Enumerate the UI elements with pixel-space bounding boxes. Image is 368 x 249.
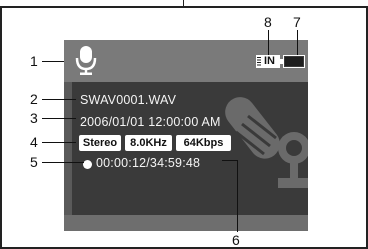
- recording-time-display: 00:00:12/34:59:48: [96, 156, 201, 170]
- record-dot-icon: [83, 160, 92, 169]
- callout-6: 6: [232, 232, 240, 248]
- screen-bottom-band: [64, 215, 308, 231]
- leader-5: [42, 162, 84, 163]
- channel-badge: Stereo: [79, 135, 121, 151]
- recording-filename: SWAV0001.WAV: [80, 93, 177, 107]
- battery-fill: [285, 57, 303, 66]
- microphone-icon: [75, 46, 97, 75]
- memory-icon-pins: [257, 57, 261, 66]
- callout-7: 7: [293, 14, 301, 30]
- leader-1: [42, 61, 64, 62]
- internal-memory-icon: IN: [256, 55, 280, 68]
- callout-1: 1: [30, 53, 38, 69]
- device-outline-left: [0, 6, 2, 249]
- bitrate-badge: 64Kbps: [176, 135, 231, 151]
- leader-6-horizontal: [222, 160, 238, 161]
- diagram-stage: IN SWAV0001.WAV 2006/01/01 12:00:00 AM S…: [0, 0, 368, 249]
- leader-6: [237, 160, 238, 232]
- recording-datetime: 2006/01/01 12:00:00 AM: [80, 115, 221, 129]
- device-outline-top: [0, 6, 368, 8]
- sample-rate-badge: 8.0KHz: [125, 135, 172, 151]
- callout-3: 3: [30, 110, 38, 126]
- device-top-notch: [183, 0, 184, 8]
- battery-icon: [280, 55, 305, 68]
- leader-2: [42, 99, 76, 100]
- callout-4: 4: [30, 134, 38, 150]
- callout-5: 5: [30, 154, 38, 170]
- leader-4: [42, 142, 76, 143]
- callout-8: 8: [264, 14, 272, 30]
- leader-7: [297, 30, 298, 55]
- leader-3: [42, 118, 76, 119]
- battery-tip: [280, 59, 283, 64]
- lcd-screen: IN SWAV0001.WAV 2006/01/01 12:00:00 AM S…: [64, 40, 308, 231]
- memory-indicator-label: IN: [264, 55, 275, 67]
- leader-8: [268, 30, 269, 55]
- callout-2: 2: [30, 91, 38, 107]
